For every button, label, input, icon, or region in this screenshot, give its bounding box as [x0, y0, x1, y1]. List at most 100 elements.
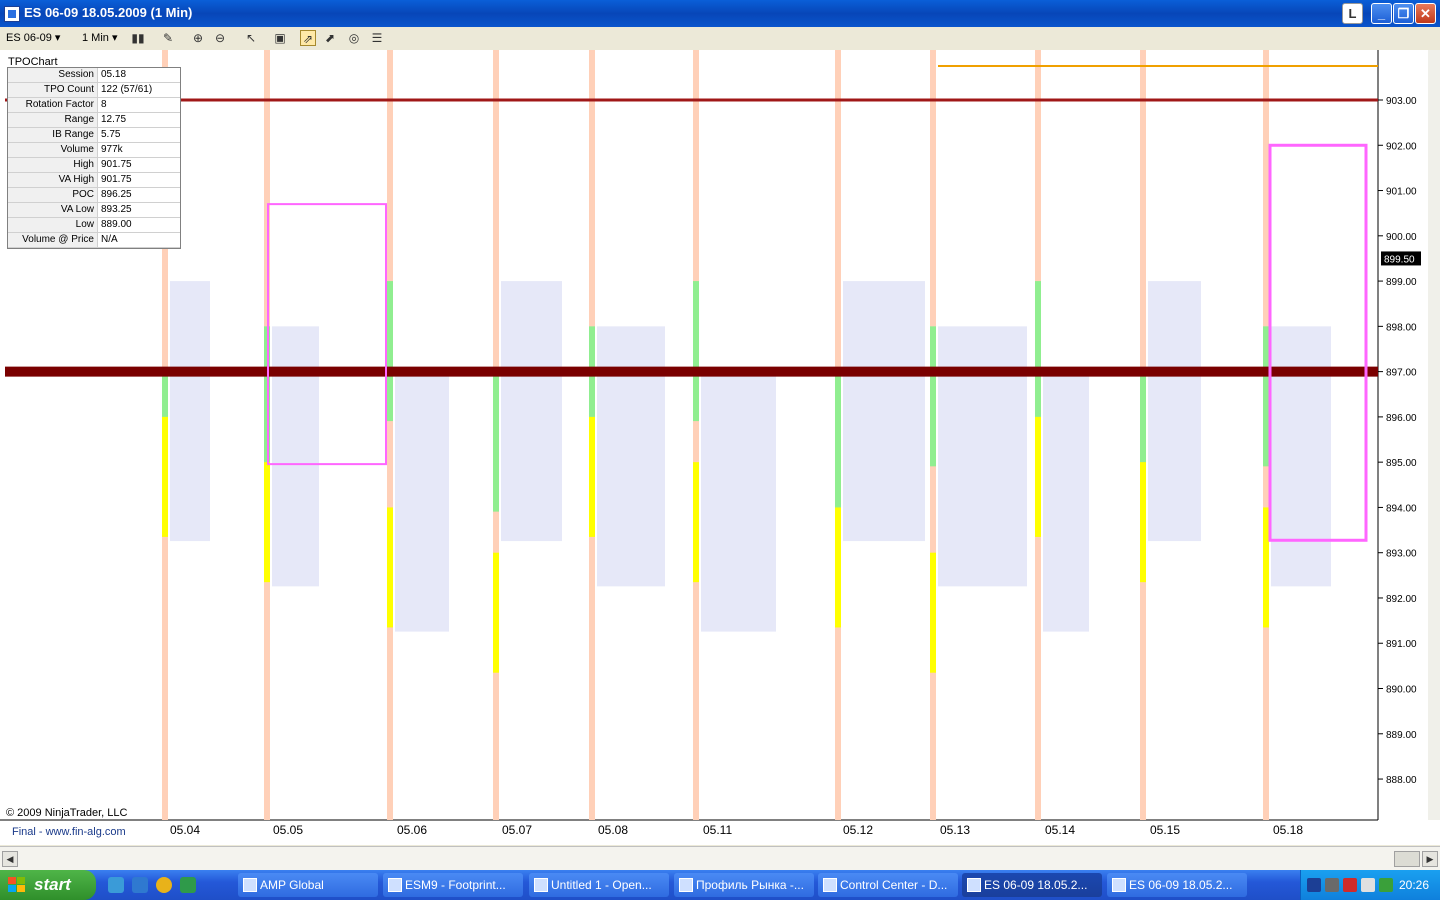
date-label: 05.14: [1045, 823, 1075, 837]
support-line: [5, 366, 1378, 377]
taskbar-item[interactable]: Control Center - D...: [818, 873, 958, 897]
record-icon[interactable]: ◎: [346, 30, 362, 46]
scroll-right-icon[interactable]: ▶: [1422, 851, 1438, 867]
stats-label: Low: [8, 218, 98, 232]
close-button[interactable]: ✕: [1415, 3, 1436, 24]
tpo-chart-panel[interactable]: 903.00 902.00 901.00 900.00 899.00 898.00 897.…: [0, 50, 1440, 845]
tray-icon-4[interactable]: [1361, 878, 1375, 892]
stats-value: 8: [101, 99, 107, 110]
data-box-icon[interactable]: ☰: [369, 30, 385, 46]
stats-value: 893.25: [101, 204, 132, 215]
quicklaunch-chrome-icon[interactable]: [156, 877, 172, 893]
date-label: 05.11: [703, 823, 732, 837]
stats-value: 889.00: [101, 219, 132, 230]
date-label: 05.12: [843, 823, 873, 837]
current-price-label: 899.50: [1384, 254, 1415, 265]
price-label: 902.00: [1386, 141, 1417, 152]
quicklaunch-desktop-icon[interactable]: [108, 877, 124, 893]
lock-button[interactable]: L: [1342, 3, 1363, 24]
task-label: AMP Global: [260, 878, 324, 892]
horizontal-scrollbar[interactable]: ◀ ▶: [0, 846, 1440, 871]
price-label: 892.00: [1386, 594, 1417, 605]
strategy-icon[interactable]: ⬈: [322, 30, 338, 46]
stats-label: Session: [8, 68, 98, 82]
quicklaunch-ie-icon[interactable]: [132, 877, 148, 893]
title-bar: ES 06-09 18.05.2009 (1 Min) L _ ❐ ✕: [0, 0, 1440, 27]
session-stripe-range: [387, 507, 393, 628]
zoom-in-icon[interactable]: ⊕: [190, 30, 206, 46]
tpo-profile: [1271, 326, 1331, 587]
taskbar: start AMP Global ESM9 - Footprint... Untit…: [0, 870, 1440, 900]
session-stripe: [693, 50, 699, 820]
stats-value: 05.18: [101, 69, 127, 80]
tray-icon-2[interactable]: [1325, 878, 1339, 892]
taskbar-item[interactable]: Untitled 1 - Open...: [529, 873, 669, 897]
taskbar-item[interactable]: AMP Global: [238, 873, 378, 897]
session-stripe-ib: [930, 326, 936, 467]
price-label: 896.00: [1386, 413, 1417, 424]
properties-icon[interactable]: ▣: [272, 30, 288, 46]
stats-label: TPO Count: [8, 83, 98, 97]
task-icon: [243, 878, 257, 892]
instrument-selector[interactable]: ES 06-09 ▾: [6, 30, 72, 46]
tpo-profile: [843, 281, 925, 542]
date-label: 05.07: [502, 823, 532, 837]
session-stats-table: Session 05.18 TPO Count 122 (57/61) Rotation…: [7, 67, 181, 249]
stats-label: High: [8, 158, 98, 172]
interval-selector[interactable]: 1 Min ▾: [82, 30, 122, 46]
stats-label: VA Low: [8, 203, 98, 217]
stats-value: 122 (57/61): [101, 84, 153, 95]
stats-value: 901.75: [101, 159, 132, 170]
taskbar-item[interactable]: ESM9 - Footprint...: [383, 873, 523, 897]
date-label: 05.18: [1273, 823, 1303, 837]
stats-label: IB Range: [8, 128, 98, 142]
tray-icon-3[interactable]: [1343, 878, 1357, 892]
app-icon: [4, 6, 20, 22]
scroll-thumb[interactable]: [1394, 851, 1420, 867]
stats-row: Rotation Factor 8: [8, 98, 180, 113]
stats-label: Range: [8, 113, 98, 127]
tray-icon-5[interactable]: [1379, 878, 1393, 892]
date-label: 05.04: [170, 823, 200, 837]
task-label: ES 06-09 18.05.2...: [1129, 878, 1233, 892]
tpo-profile: [701, 371, 776, 632]
vertical-scrollbar: [1428, 50, 1440, 820]
scroll-left-icon[interactable]: ◀: [2, 851, 18, 867]
quicklaunch-app-icon[interactable]: [180, 877, 196, 893]
task-label: ESM9 - Footprint...: [405, 878, 506, 892]
price-label: 893.00: [1386, 549, 1417, 560]
pointer-icon[interactable]: ↖: [243, 30, 259, 46]
session-stripe-ib: [387, 281, 393, 422]
stats-row: POC 896.25: [8, 188, 180, 203]
taskbar-item[interactable]: ES 06-09 18.05.2...: [1107, 873, 1247, 897]
stats-row: Range 12.75: [8, 113, 180, 128]
indicator-icon[interactable]: ⇗: [300, 30, 316, 46]
price-label: 891.00: [1386, 639, 1417, 650]
stats-row: Volume 977k: [8, 143, 180, 158]
task-icon: [534, 878, 548, 892]
start-button[interactable]: start: [0, 870, 96, 900]
minimize-button[interactable]: _: [1371, 3, 1392, 24]
task-icon: [679, 878, 693, 892]
pencil-icon[interactable]: ✎: [160, 30, 176, 46]
tpo-chart[interactable]: 903.00 902.00 901.00 900.00 899.00 898.00 897.…: [0, 50, 1440, 845]
taskbar-item[interactable]: Профиль Рынка -...: [674, 873, 814, 897]
session-stripe-ib: [693, 281, 699, 422]
tpo-profile: [938, 326, 1027, 587]
stats-value: 977k: [101, 144, 123, 155]
date-label: 05.06: [397, 823, 427, 837]
tpo-profile: [501, 281, 562, 542]
price-label: 900.00: [1386, 232, 1417, 243]
bar-type-icon[interactable]: ▮▮: [130, 30, 146, 46]
stats-row: VA Low 893.25: [8, 203, 180, 218]
source-label: Final - www.fin-alg.com: [12, 826, 126, 838]
session-stripe-range: [162, 416, 168, 537]
taskbar-item[interactable]: ES 06-09 18.05.2...: [962, 873, 1102, 897]
maximize-button[interactable]: ❐: [1393, 3, 1414, 24]
zoom-out-icon[interactable]: ⊖: [212, 30, 228, 46]
session-stripe-range: [264, 462, 270, 583]
price-label: 894.00: [1386, 503, 1417, 514]
price-label: 897.00: [1386, 368, 1417, 379]
tray-icon-1[interactable]: [1307, 878, 1321, 892]
price-label: 901.00: [1386, 187, 1417, 198]
